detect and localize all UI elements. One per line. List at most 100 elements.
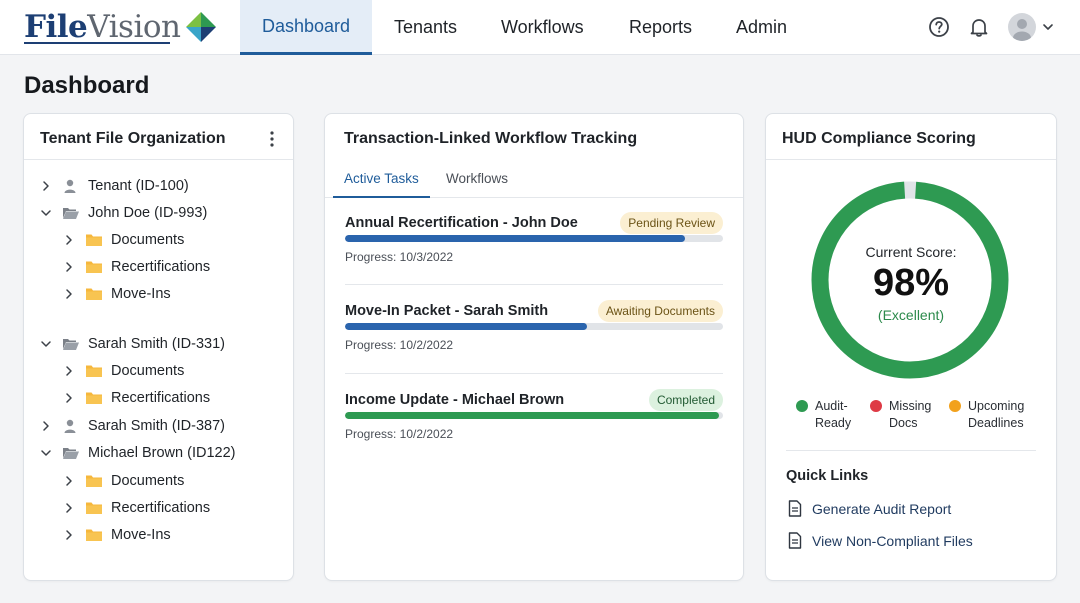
folder-icon xyxy=(86,288,102,300)
nav-dashboard[interactable]: Dashboard xyxy=(240,0,372,55)
folder-icon xyxy=(86,502,102,514)
folder-icon xyxy=(86,365,102,377)
tree-item-label: Documents xyxy=(111,232,185,248)
progress-bar xyxy=(345,235,723,242)
task-divider xyxy=(345,373,723,374)
tree-item-label: Sarah Smith (ID-331) xyxy=(88,336,225,352)
progress-text: Progress: 10/2/2022 xyxy=(345,338,454,352)
document-icon xyxy=(788,500,802,517)
legend-dot xyxy=(949,400,961,412)
tree-item-label: Tenant (ID-100) xyxy=(88,178,189,194)
legend-dot xyxy=(870,400,882,412)
tab-workflows[interactable]: Workflows xyxy=(436,160,518,198)
task-title: Income Update - Michael Brown xyxy=(345,392,565,408)
folder-icon xyxy=(86,234,102,246)
top-navigation-bar: FileVision Dashboard Tenants Workflows R… xyxy=(0,0,1080,55)
legend-line: Ready xyxy=(815,416,852,430)
tree-item[interactable]: Recertifications xyxy=(63,255,210,279)
tree-item[interactable]: Michael Brown (ID122) xyxy=(40,441,235,465)
task-divider xyxy=(345,284,723,285)
progress-bar xyxy=(345,412,723,419)
header-divider xyxy=(24,159,293,160)
legend-missing-docs: Missing Docs xyxy=(870,398,931,432)
view-non-compliant-files-link[interactable]: View Non-Compliant Files xyxy=(788,532,973,549)
card-title: HUD Compliance Scoring xyxy=(782,130,976,147)
user-avatar[interactable] xyxy=(1008,13,1036,41)
document-icon xyxy=(788,532,802,549)
help-circle-icon[interactable] xyxy=(928,16,950,38)
chevron-down-icon[interactable] xyxy=(1041,21,1055,33)
tree-item-label: Documents xyxy=(111,473,185,489)
tree-item[interactable]: John Doe (ID-993) xyxy=(40,201,207,225)
status-badge: Pending Review xyxy=(620,212,723,234)
tree-item-label: Move-Ins xyxy=(111,527,171,543)
logo-text-file: File xyxy=(24,9,88,45)
tree-item[interactable]: Sarah Smith (ID-387) xyxy=(40,414,225,438)
nav-reports[interactable]: Reports xyxy=(607,0,714,55)
progress-text: Progress: 10/2/2022 xyxy=(345,427,454,441)
logo-wordmark: FileVision xyxy=(24,8,181,46)
chevron-right-icon[interactable] xyxy=(63,529,75,541)
tree-item[interactable]: Documents xyxy=(63,228,184,252)
task-title: Annual Recertification - John Doe xyxy=(345,215,578,231)
tree-item[interactable]: Documents xyxy=(63,469,184,493)
chevron-down-icon[interactable] xyxy=(40,207,52,219)
progress-bar xyxy=(345,323,723,330)
tree-item[interactable]: Documents xyxy=(63,359,184,383)
chevron-right-icon[interactable] xyxy=(63,392,75,404)
logo-diamond-icon xyxy=(185,12,216,42)
tree-item-label: Recertifications xyxy=(111,259,211,275)
chevron-right-icon[interactable] xyxy=(63,475,75,487)
workflow-tracking-card: Transaction-Linked Workflow Tracking Act… xyxy=(324,113,744,581)
tree-item-label: Recertifications xyxy=(111,390,211,406)
chevron-right-icon[interactable] xyxy=(63,288,75,300)
chevron-down-icon[interactable] xyxy=(40,338,52,350)
tree-item[interactable]: Sarah Smith (ID-331) xyxy=(40,332,225,356)
person-icon xyxy=(64,179,76,193)
card-title: Tenant File Organization xyxy=(40,130,226,147)
tree-item[interactable]: Move-Ins xyxy=(63,523,171,547)
tenant-file-organization-card: Tenant File Organization Tenant (ID-100)… xyxy=(23,113,294,581)
tree-item-label: John Doe (ID-993) xyxy=(88,205,208,221)
folder-icon xyxy=(86,392,102,404)
chevron-down-icon[interactable] xyxy=(40,447,52,459)
progress-fill xyxy=(345,323,587,330)
header-divider xyxy=(766,159,1056,160)
open-folder-icon xyxy=(63,208,79,219)
tree-item[interactable]: Recertifications xyxy=(63,496,210,520)
chevron-right-icon[interactable] xyxy=(63,502,75,514)
open-folder-icon xyxy=(63,339,79,350)
tree-item[interactable]: Move-Ins xyxy=(63,282,171,306)
nav-workflows[interactable]: Workflows xyxy=(479,0,607,55)
main-nav: Dashboard Tenants Workflows Reports Admi… xyxy=(240,0,804,55)
section-divider xyxy=(786,450,1036,451)
chevron-right-icon[interactable] xyxy=(40,420,52,432)
legend-label: Audit- Ready xyxy=(815,398,851,432)
user-silhouette-icon xyxy=(1013,19,1031,41)
legend-line: Docs xyxy=(889,416,918,430)
legend-audit-ready: Audit- Ready xyxy=(796,398,851,432)
generate-audit-report-link[interactable]: Generate Audit Report xyxy=(788,500,951,517)
workflow-tabs: Active Tasks Workflows xyxy=(325,160,743,198)
person-icon xyxy=(64,419,76,433)
legend-label: Missing Docs xyxy=(889,398,931,432)
tab-active-tasks[interactable]: Active Tasks xyxy=(333,160,430,198)
filevision-logo[interactable]: FileVision xyxy=(24,8,217,46)
progress-fill xyxy=(345,412,720,419)
nav-admin[interactable]: Admin xyxy=(714,0,804,55)
legend-dot xyxy=(796,400,808,412)
tree-item-label: Sarah Smith (ID-387) xyxy=(88,418,225,434)
chevron-right-icon[interactable] xyxy=(63,365,75,377)
chevron-right-icon[interactable] xyxy=(63,234,75,246)
tree-item[interactable]: Recertifications xyxy=(63,386,210,410)
legend-label: Upcoming Deadlines xyxy=(968,398,1024,432)
nav-tenants[interactable]: Tenants xyxy=(372,0,479,55)
chevron-right-icon[interactable] xyxy=(63,261,75,273)
chevron-right-icon[interactable] xyxy=(40,180,52,192)
task-title: Move-In Packet - Sarah Smith xyxy=(345,303,549,319)
bell-icon[interactable] xyxy=(968,16,990,38)
kebab-menu-icon[interactable] xyxy=(265,130,279,148)
card-title: Transaction-Linked Workflow Tracking xyxy=(344,130,638,147)
tree-item[interactable]: Tenant (ID-100) xyxy=(40,174,189,198)
open-folder-icon xyxy=(63,448,79,459)
